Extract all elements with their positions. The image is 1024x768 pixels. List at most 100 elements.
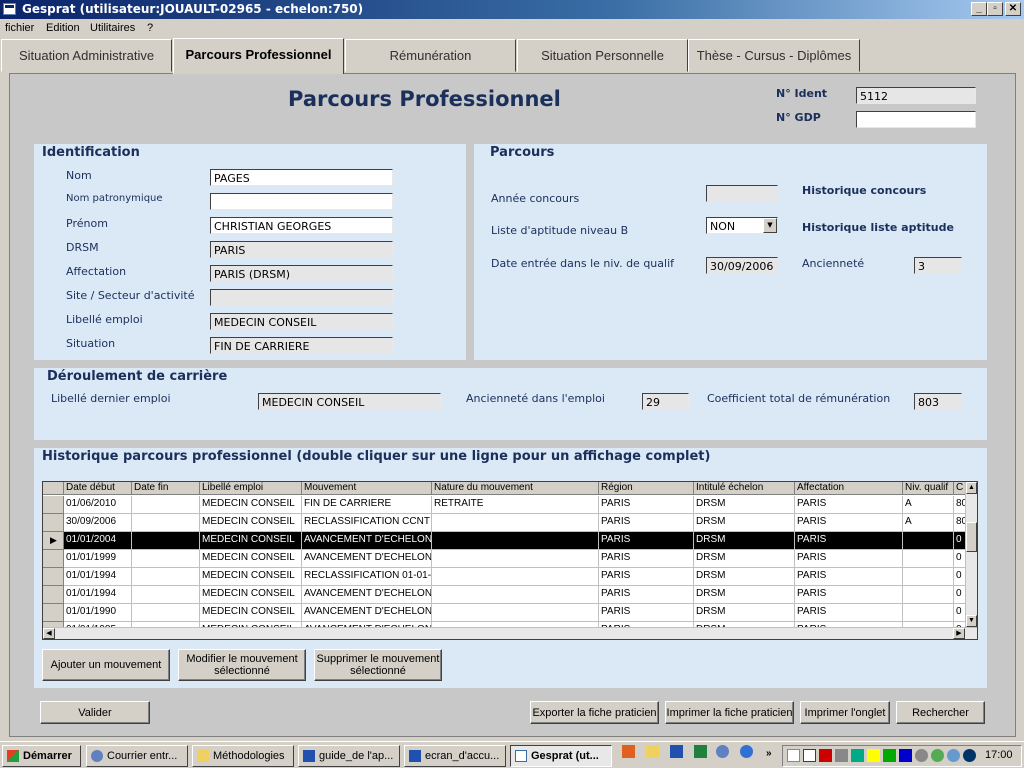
- taskbar-item-methodologies[interactable]: Méthodologies: [192, 745, 294, 767]
- folder-icon[interactable]: [646, 745, 659, 758]
- imprimer-fiche-button[interactable]: Imprimer la fiche praticien: [665, 701, 794, 724]
- row-selector[interactable]: ▶: [43, 532, 64, 550]
- prenom-label: Prénom: [66, 217, 108, 230]
- nom-patronymique-field[interactable]: [210, 193, 393, 210]
- liste-aptitude-value: NON: [710, 220, 736, 233]
- historique-grid[interactable]: Date début Date fin Libellé emploi Mouvemen…: [42, 481, 978, 640]
- column-header-libelle-emploi[interactable]: Libellé emploi: [200, 482, 302, 495]
- libelle-emploi-field[interactable]: MEDECIN CONSEIL: [210, 313, 393, 330]
- column-header-niv-qualif[interactable]: Niv. qualif: [903, 482, 954, 495]
- close-button[interactable]: ✕: [1005, 2, 1021, 16]
- chevron-right-icon[interactable]: »: [766, 748, 772, 759]
- row-selector[interactable]: [43, 586, 64, 604]
- tab-situation-administrative[interactable]: Situation Administrative: [1, 39, 172, 72]
- start-button[interactable]: Démarrer: [2, 745, 81, 767]
- historique-concours-link[interactable]: Historique concours: [802, 184, 926, 197]
- supprimer-mouvement-button[interactable]: Supprimer le mouvement sélectionné: [314, 649, 442, 681]
- taskbar-item-guide[interactable]: guide_de l'ap...: [298, 745, 400, 767]
- n-ident-field[interactable]: 5112: [856, 87, 976, 104]
- row-selector[interactable]: [43, 568, 64, 586]
- maximize-button[interactable]: ▫: [987, 2, 1003, 16]
- cell-niv-qualif: [903, 586, 954, 604]
- word-icon[interactable]: [670, 745, 683, 758]
- tray-icon[interactable]: [963, 749, 976, 762]
- column-header-affectation[interactable]: Affectation: [795, 482, 903, 495]
- column-header-nature-mouvement[interactable]: Nature du mouvement: [432, 482, 599, 495]
- anciennete-field[interactable]: 3: [914, 257, 962, 274]
- coefficient-field[interactable]: 803: [914, 393, 962, 410]
- menu-edition[interactable]: Edition: [46, 22, 80, 34]
- tray-icon[interactable]: [803, 749, 816, 762]
- scroll-down-arrow[interactable]: ▼: [966, 615, 977, 627]
- situation-field[interactable]: FIN DE CARRIERE: [210, 337, 393, 354]
- taskbar-item-ecran[interactable]: ecran_d'accu...: [404, 745, 506, 767]
- cell-date-fin: [132, 568, 200, 586]
- tray-icon[interactable]: [835, 749, 848, 762]
- row-selector[interactable]: [43, 604, 64, 622]
- column-header-mouvement[interactable]: Mouvement: [302, 482, 432, 495]
- scroll-up-arrow[interactable]: ▲: [966, 482, 977, 494]
- ajouter-mouvement-button[interactable]: Ajouter un mouvement: [42, 649, 170, 681]
- historique-liste-aptitude-link[interactable]: Historique liste aptitude: [802, 221, 954, 234]
- taskbar-item-gesprat[interactable]: Gesprat (ut...: [510, 745, 612, 767]
- imprimer-onglet-button[interactable]: Imprimer l'onglet: [800, 701, 890, 724]
- dernier-emploi-field[interactable]: MEDECIN CONSEIL: [258, 393, 441, 410]
- column-header-region[interactable]: Région: [599, 482, 694, 495]
- taskbar-item-courrier[interactable]: Courrier entr...: [86, 745, 188, 767]
- liste-aptitude-select[interactable]: NON ▼: [706, 217, 778, 234]
- menu-utilitaires[interactable]: Utilitaires: [90, 22, 135, 34]
- tray-icon[interactable]: [787, 749, 800, 762]
- quicklaunch-icon[interactable]: [622, 745, 635, 758]
- date-entree-field[interactable]: 30/09/2006: [706, 257, 778, 274]
- row-selector[interactable]: [43, 550, 64, 568]
- site-secteur-field[interactable]: [210, 289, 393, 306]
- coefficient-label: Coefficient total de rémunération: [707, 392, 891, 405]
- tray-icon[interactable]: [851, 749, 864, 762]
- menu-fichier[interactable]: fichier: [5, 22, 34, 34]
- vertical-scrollbar[interactable]: ▲ ▼: [965, 482, 977, 627]
- cell-region: PARIS: [599, 550, 694, 568]
- cell-libelle-emploi: MEDECIN CONSEIL: [200, 532, 302, 550]
- excel-icon[interactable]: [694, 745, 707, 758]
- n-gdp-field[interactable]: [856, 111, 976, 128]
- tab-parcours-professionnel[interactable]: Parcours Professionnel: [173, 38, 344, 74]
- scroll-left-arrow[interactable]: ◀: [43, 628, 55, 639]
- identification-title: Identification: [42, 145, 140, 160]
- tab-remuneration[interactable]: Rémunération: [345, 39, 516, 72]
- scroll-thumb[interactable]: [966, 522, 977, 552]
- anciennete-emploi-field[interactable]: 29: [642, 393, 689, 410]
- tray-icon[interactable]: [899, 749, 912, 762]
- row-selector[interactable]: [43, 514, 64, 532]
- column-header-date-debut[interactable]: Date début: [64, 482, 132, 495]
- scroll-right-arrow[interactable]: ▶: [953, 628, 965, 639]
- tray-icon[interactable]: [947, 749, 960, 762]
- nom-field[interactable]: PAGES: [210, 169, 393, 186]
- minimize-button[interactable]: _: [971, 2, 987, 16]
- modifier-mouvement-button[interactable]: Modifier le mouvement sélectionné: [178, 649, 306, 681]
- row-selector[interactable]: [43, 496, 64, 514]
- tray-icon[interactable]: [819, 749, 832, 762]
- column-header-date-fin[interactable]: Date fin: [132, 482, 200, 495]
- exporter-fiche-button[interactable]: Exporter la fiche praticien: [530, 701, 659, 724]
- valider-button[interactable]: Valider: [40, 701, 150, 724]
- column-header-intitule-echelon[interactable]: Intitulé échelon: [694, 482, 795, 495]
- cell-mouvement: RECLASSIFICATION CCNT: [302, 514, 432, 532]
- ie-icon[interactable]: [740, 745, 753, 758]
- tray-icon[interactable]: [867, 749, 880, 762]
- tab-these-cursus-diplomes[interactable]: Thèse - Cursus - Diplômes: [688, 39, 860, 72]
- prenom-field[interactable]: CHRISTIAN GEORGES: [210, 217, 393, 234]
- tray-icon[interactable]: [915, 749, 928, 762]
- cell-region: PARIS: [599, 586, 694, 604]
- menu-help[interactable]: ?: [147, 22, 153, 34]
- tab-situation-personnelle[interactable]: Situation Personnelle: [517, 39, 688, 72]
- annee-concours-field[interactable]: [706, 185, 778, 202]
- outlook-icon[interactable]: [716, 745, 729, 758]
- cell-affectation: PARIS: [795, 532, 903, 550]
- drsm-field[interactable]: PARIS: [210, 241, 393, 258]
- chevron-down-icon[interactable]: ▼: [763, 218, 777, 233]
- tray-icon[interactable]: [931, 749, 944, 762]
- tray-icon[interactable]: [883, 749, 896, 762]
- affectation-field[interactable]: PARIS (DRSM): [210, 265, 393, 282]
- rechercher-button[interactable]: Rechercher: [896, 701, 985, 724]
- horizontal-scrollbar[interactable]: ◀ ▶: [43, 627, 977, 639]
